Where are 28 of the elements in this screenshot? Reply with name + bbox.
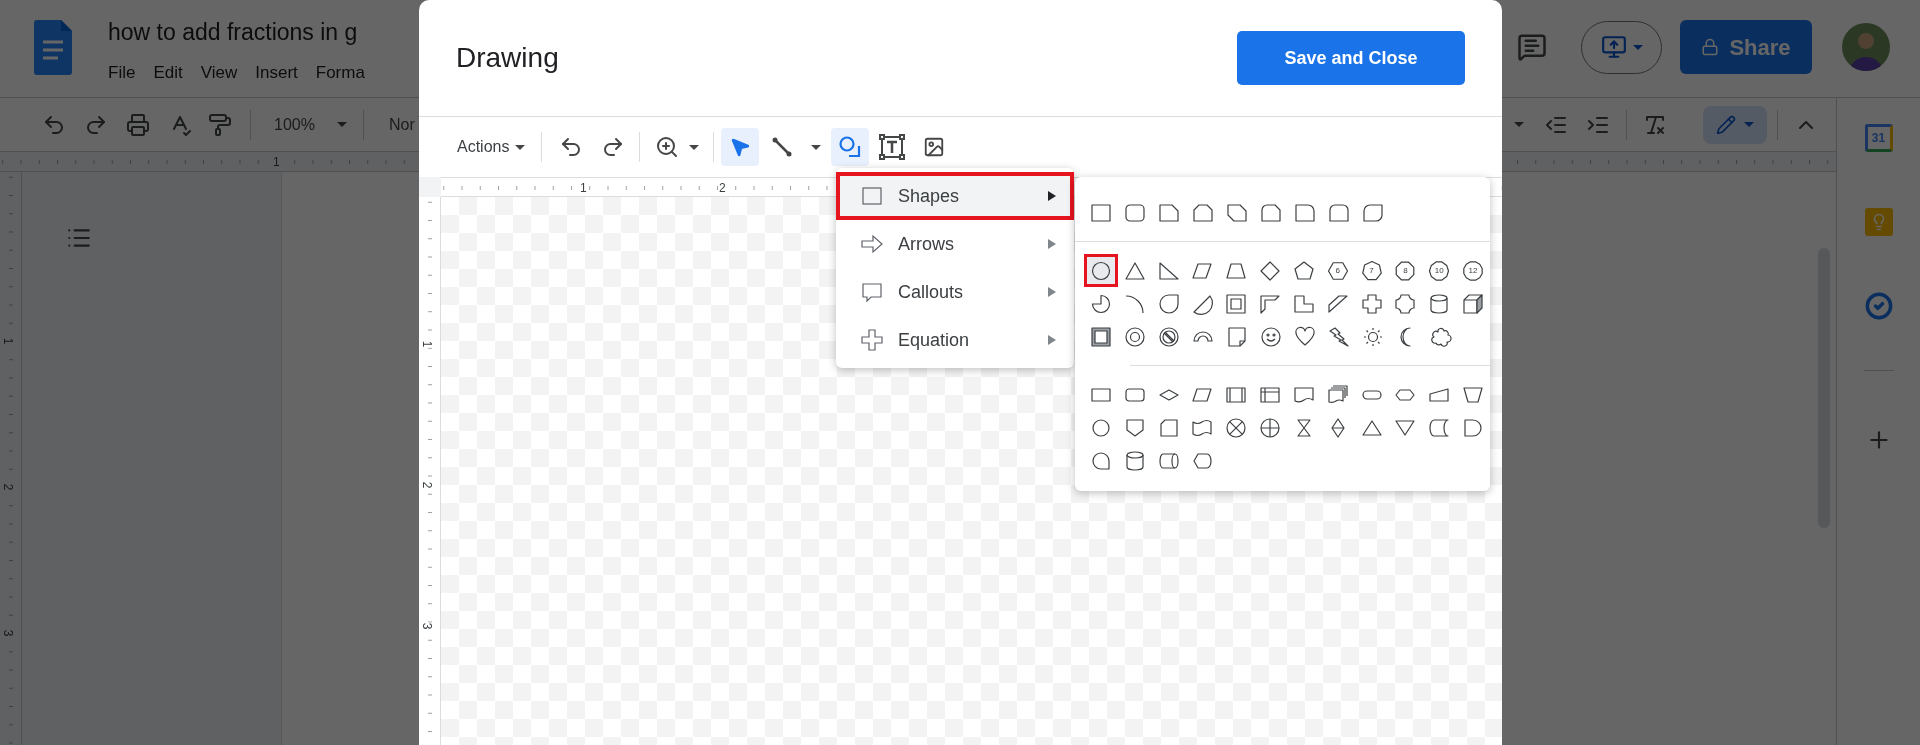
menu-item[interactable]: View	[200, 60, 238, 86]
menu-item[interactable]: Insert	[255, 60, 298, 86]
save-and-close-button[interactable]: Save and Close	[1237, 31, 1465, 85]
ruler-number: 1	[273, 156, 280, 168]
actions-menu[interactable]: Actions	[453, 135, 530, 159]
shape-option[interactable]: 6	[1320, 254, 1355, 287]
dialog-title: Drawing	[456, 41, 559, 75]
style-select[interactable]: Nor	[388, 112, 415, 137]
ruler-number: 2	[719, 182, 726, 194]
shape-option[interactable]: 7	[1354, 254, 1389, 287]
shape-option[interactable]: 8	[1388, 254, 1423, 287]
ruler-number: 3	[2, 629, 15, 637]
ruler-number: 3	[421, 622, 434, 630]
menu-item[interactable]: Arrows	[836, 220, 1074, 268]
shape-option[interactable]: 10	[1422, 254, 1457, 287]
share-button[interactable]: Share	[1680, 20, 1812, 74]
menu-item[interactable]: File	[108, 60, 136, 86]
menu-item[interactable]: Callouts	[836, 268, 1074, 316]
menu-item[interactable]: Edit	[153, 60, 183, 86]
menu-item[interactable]: Forma	[315, 60, 365, 86]
shape-option[interactable]: 12	[1456, 254, 1490, 287]
ruler-number: 1	[580, 182, 587, 194]
document-title[interactable]: how to add fractions in g	[108, 16, 365, 48]
ruler-number: 2	[421, 481, 434, 489]
menu-item[interactable]: Shapes	[836, 172, 1074, 220]
ruler-number: 1	[421, 340, 434, 348]
menu-item[interactable]: Equation	[836, 316, 1074, 364]
zoom-select[interactable]: 100%	[274, 112, 315, 137]
